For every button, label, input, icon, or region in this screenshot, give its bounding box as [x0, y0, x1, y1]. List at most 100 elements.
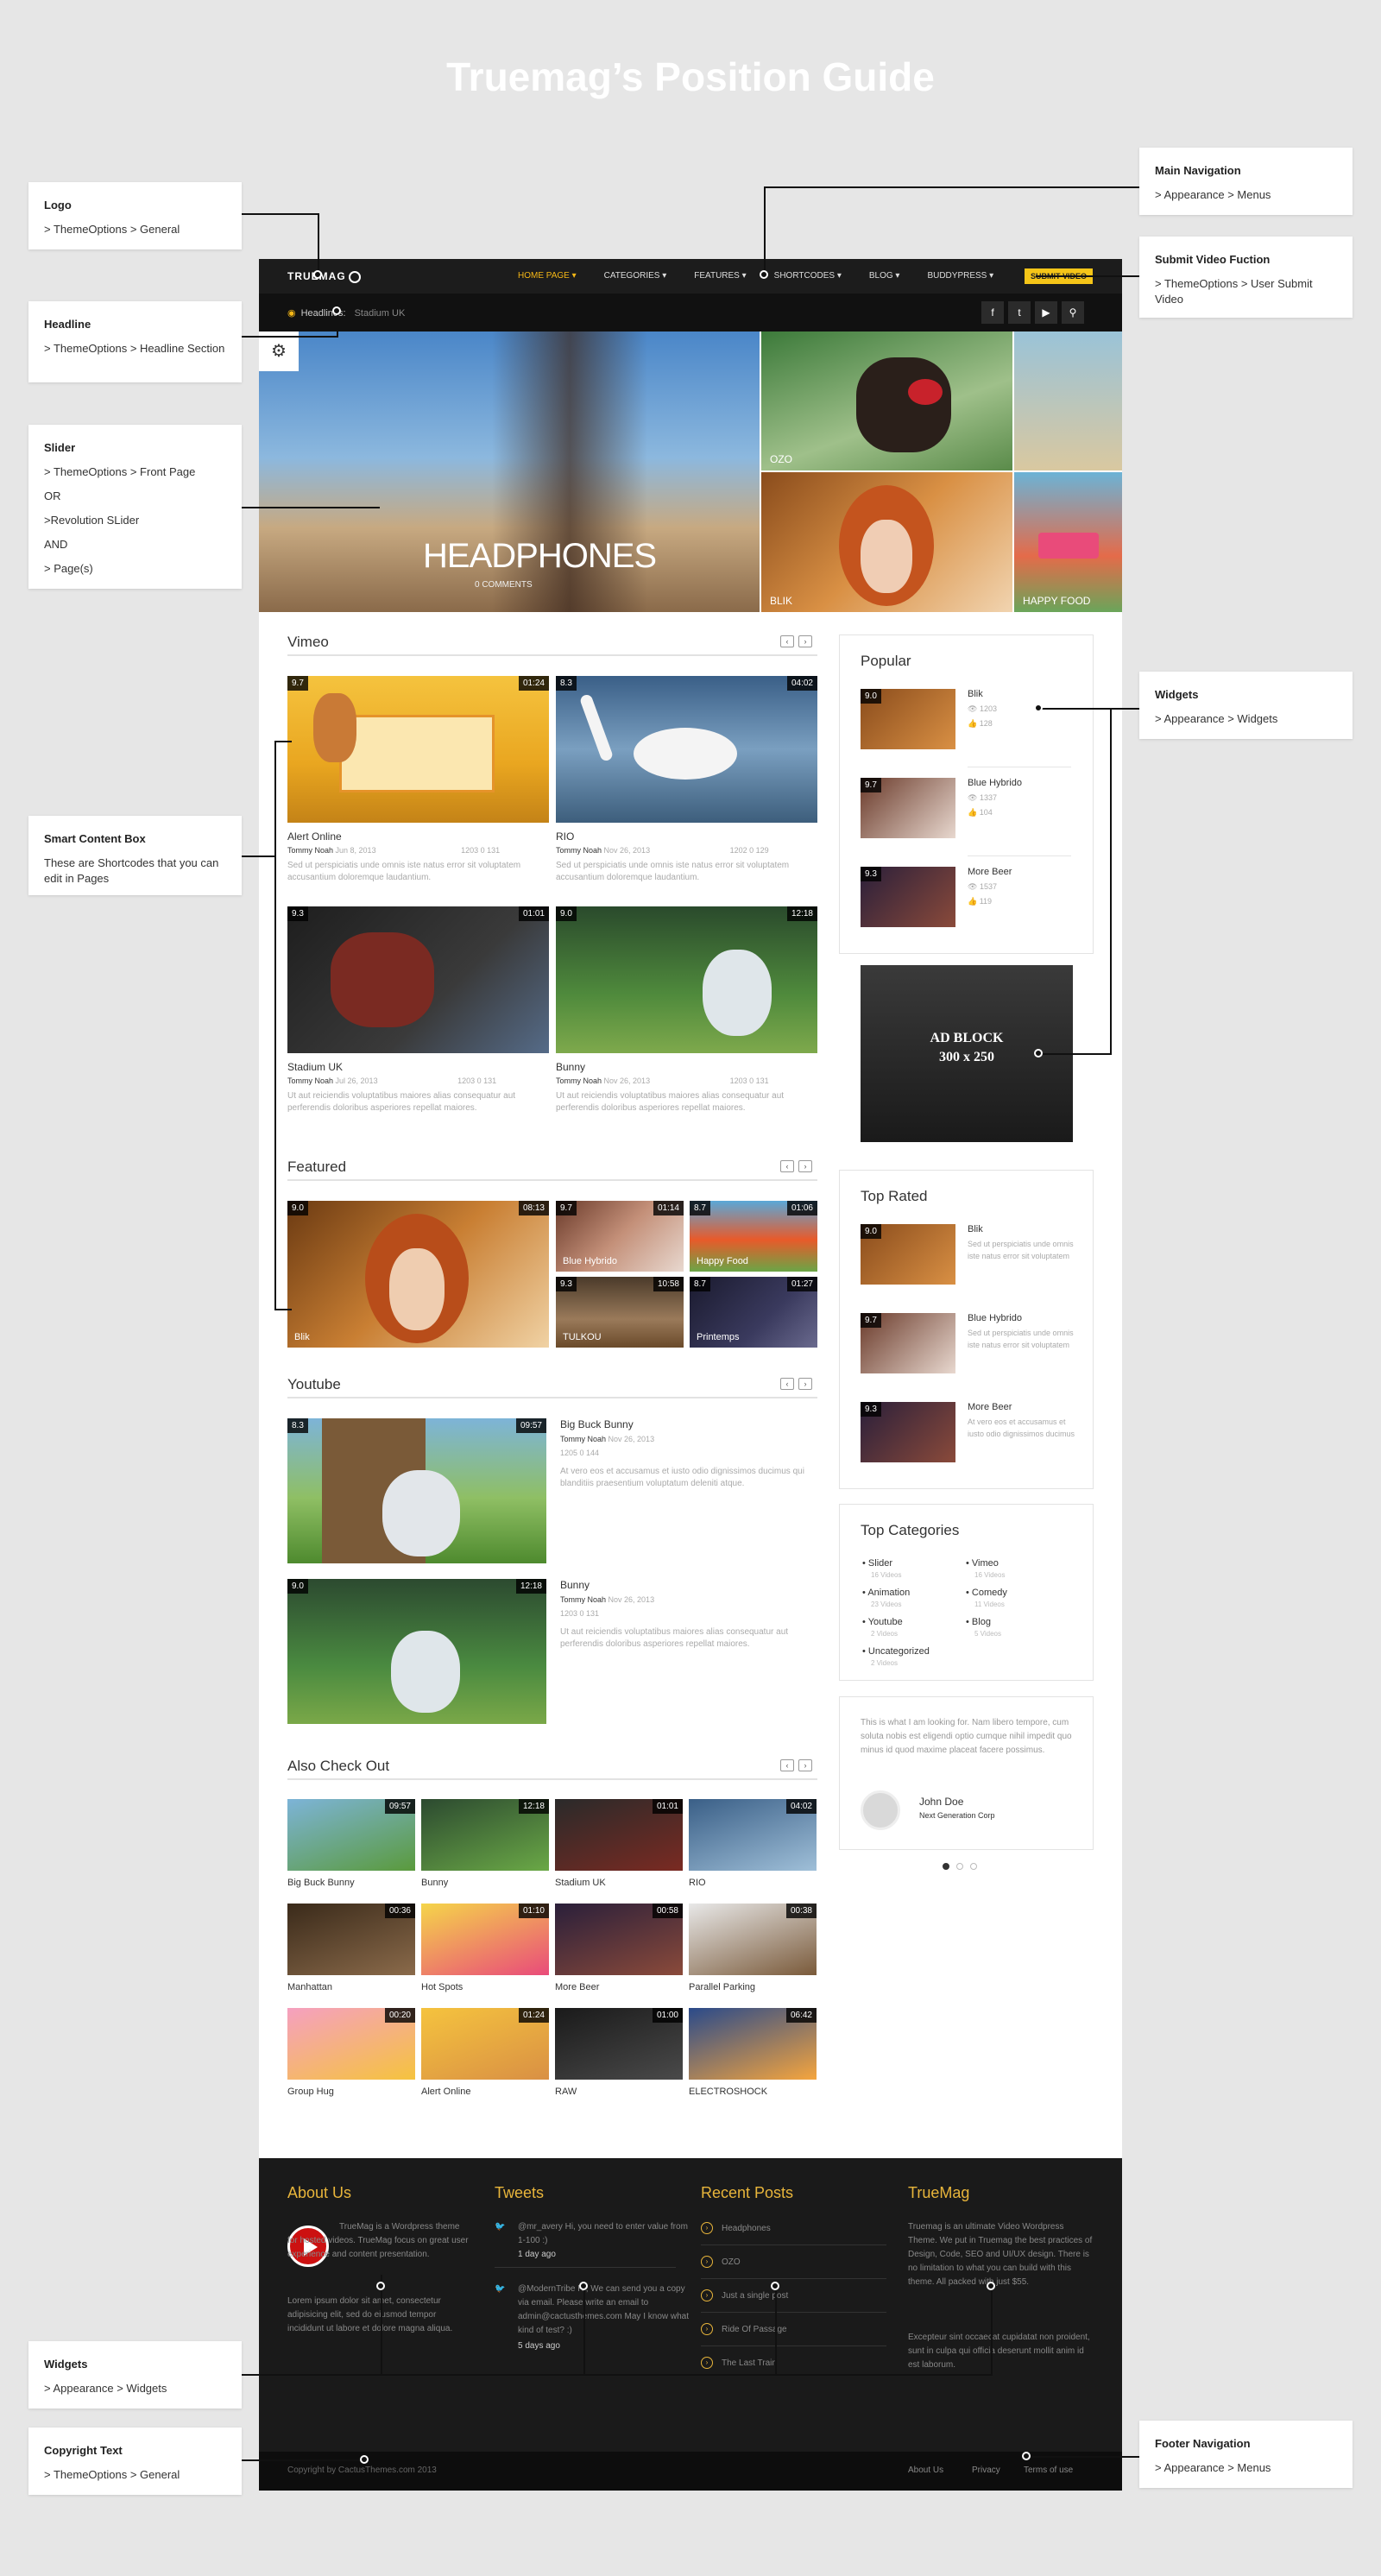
slide-extra[interactable]: [1014, 331, 1122, 470]
pager-dot[interactable]: [956, 1863, 963, 1870]
also-thumb[interactable]: 01:10: [421, 1904, 549, 1975]
also-title[interactable]: RIO: [689, 1878, 706, 1888]
pager-dot[interactable]: [943, 1863, 949, 1870]
toprated-thumb[interactable]: 9.7: [861, 1313, 955, 1373]
category-item[interactable]: • Comedy: [966, 1588, 1007, 1598]
also-title[interactable]: ELECTROSHOCK: [689, 2087, 767, 2097]
also-thumb[interactable]: 01:01: [555, 1799, 683, 1871]
also-title[interactable]: Manhattan: [287, 1982, 332, 1992]
facebook-icon[interactable]: f: [981, 301, 1004, 324]
also-thumb[interactable]: 01:24: [421, 2008, 549, 2080]
also-thumb[interactable]: 00:20: [287, 2008, 415, 2080]
category-item[interactable]: • Uncategorized: [862, 1646, 930, 1657]
nav-categories[interactable]: CATEGORIES ▾: [604, 271, 667, 281]
video-thumb[interactable]: 9.3 01:01: [287, 906, 549, 1053]
recent-post-link[interactable]: Ride Of Passage: [722, 2323, 787, 2337]
next-arrow-icon[interactable]: ›: [798, 1160, 812, 1172]
popular-thumb[interactable]: 9.0: [861, 689, 955, 749]
video-excerpt: Ut aut reiciendis voluptatibus maiores a…: [560, 1627, 789, 1649]
popular-title[interactable]: Blue Hybrido: [968, 778, 1022, 788]
also-thumb[interactable]: 04:02: [689, 1799, 817, 1871]
slide-blik[interactable]: BLIK: [761, 472, 1012, 612]
also-title[interactable]: Alert Online: [421, 2087, 470, 2097]
popular-title[interactable]: More Beer: [968, 867, 1012, 877]
site-logo[interactable]: TRUEMAG: [287, 270, 361, 283]
video-title[interactable]: Bunny: [556, 1061, 585, 1073]
prev-arrow-icon[interactable]: ‹: [780, 1160, 794, 1172]
twitter-icon[interactable]: t: [1008, 301, 1031, 324]
toprated-thumb[interactable]: 9.0: [861, 1224, 955, 1285]
also-thumb[interactable]: 12:18: [421, 1799, 549, 1871]
video-meta: Tommy Noah Jun 8, 2013 1203 0 131: [287, 846, 501, 855]
recent-post-link[interactable]: OZO: [722, 2256, 741, 2270]
pager-dot[interactable]: [970, 1863, 977, 1870]
video-title[interactable]: Alert Online: [287, 830, 342, 843]
featured-thumb[interactable]: 8.7 01:27 Printemps: [690, 1277, 817, 1348]
slide-ozo[interactable]: OZO: [761, 331, 1012, 470]
also-thumb[interactable]: 01:00: [555, 2008, 683, 2080]
nav-shortcodes[interactable]: SHORTCODES ▾: [774, 271, 842, 281]
prev-arrow-icon[interactable]: ‹: [780, 1378, 794, 1390]
featured-thumb[interactable]: 9.3 10:58 TULKOU: [556, 1277, 684, 1348]
video-title[interactable]: RIO: [556, 830, 574, 843]
recent-post-link[interactable]: Headphones: [722, 2222, 771, 2236]
video-thumb[interactable]: 8.3 04:02: [556, 676, 817, 823]
category-item[interactable]: • Animation: [862, 1588, 910, 1598]
next-arrow-icon[interactable]: ›: [798, 1378, 812, 1390]
footer-link-privacy[interactable]: Privacy: [972, 2466, 1000, 2475]
also-title[interactable]: Bunny: [421, 1878, 448, 1888]
also-title[interactable]: Big Buck Bunny: [287, 1878, 355, 1888]
video-thumb[interactable]: 8.3 09:57: [287, 1418, 546, 1563]
headline-link[interactable]: Stadium UK: [355, 308, 406, 319]
prev-arrow-icon[interactable]: ‹: [780, 635, 794, 647]
next-arrow-icon[interactable]: ›: [798, 1759, 812, 1771]
toprated-title[interactable]: Blue Hybrido: [968, 1313, 1022, 1323]
nav-features[interactable]: FEATURES ▾: [694, 271, 746, 281]
swan-shape: [634, 728, 737, 780]
toprated-thumb[interactable]: 9.3: [861, 1402, 955, 1462]
footer-link-terms[interactable]: Terms of use: [1024, 2466, 1073, 2475]
also-title[interactable]: RAW: [555, 2087, 577, 2097]
toprated-title[interactable]: More Beer: [968, 1402, 1012, 1412]
toprated-title[interactable]: Blik: [968, 1224, 983, 1234]
search-icon[interactable]: ⚲: [1062, 301, 1084, 324]
also-title[interactable]: More Beer: [555, 1982, 599, 1992]
video-title[interactable]: Big Buck Bunny: [560, 1418, 634, 1430]
popular-thumb[interactable]: 9.7: [861, 778, 955, 838]
video-thumb[interactable]: 9.0 12:18: [556, 906, 817, 1053]
recent-post-link[interactable]: Just a single post: [722, 2289, 788, 2303]
popular-thumb[interactable]: 9.3: [861, 867, 955, 927]
also-title[interactable]: Group Hug: [287, 2087, 334, 2097]
prev-arrow-icon[interactable]: ‹: [780, 1759, 794, 1771]
footer-link-about[interactable]: About Us: [908, 2466, 943, 2475]
video-title[interactable]: Stadium UK: [287, 1061, 343, 1073]
category-item[interactable]: • Slider: [862, 1558, 892, 1569]
category-item[interactable]: • Blog: [966, 1617, 991, 1627]
also-thumb[interactable]: 00:38: [689, 1904, 817, 1975]
youtube-icon[interactable]: ▶: [1035, 301, 1057, 324]
featured-thumb[interactable]: 9.0 08:13 Blik: [287, 1201, 549, 1348]
nav-home[interactable]: HOME PAGE ▾: [518, 271, 577, 281]
category-item[interactable]: • Youtube: [862, 1617, 903, 1627]
also-thumb[interactable]: 06:42: [689, 2008, 817, 2080]
recent-post-link[interactable]: The Last Train: [722, 2357, 777, 2371]
next-arrow-icon[interactable]: ›: [798, 635, 812, 647]
category-item[interactable]: • Vimeo: [966, 1558, 999, 1569]
nav-blog[interactable]: BLOG ▾: [869, 271, 900, 281]
slide-happy-food[interactable]: HAPPY FOOD: [1014, 472, 1122, 612]
video-thumb[interactable]: 9.0 12:18: [287, 1579, 546, 1724]
also-thumb[interactable]: 00:36: [287, 1904, 415, 1975]
video-thumb[interactable]: 9.7 01:24: [287, 676, 549, 823]
nav-buddypress[interactable]: BUDDYPRESS ▾: [927, 271, 993, 281]
also-thumb[interactable]: 00:58: [555, 1904, 683, 1975]
also-title[interactable]: Stadium UK: [555, 1878, 606, 1888]
featured-thumb[interactable]: 8.7 01:06 Happy Food: [690, 1201, 817, 1272]
featured-thumb[interactable]: 9.7 01:14 Blue Hybrido: [556, 1201, 684, 1272]
slide-title[interactable]: HEADPHONES: [423, 537, 657, 576]
video-title[interactable]: Bunny: [560, 1579, 590, 1591]
also-title[interactable]: Hot Spots: [421, 1982, 463, 1992]
also-title[interactable]: Parallel Parking: [689, 1982, 755, 1992]
also-thumb[interactable]: 09:57: [287, 1799, 415, 1871]
popular-title[interactable]: Blik: [968, 689, 983, 699]
slide-main[interactable]: ⚙ HEADPHONES 0 COMMENTS: [259, 331, 760, 612]
